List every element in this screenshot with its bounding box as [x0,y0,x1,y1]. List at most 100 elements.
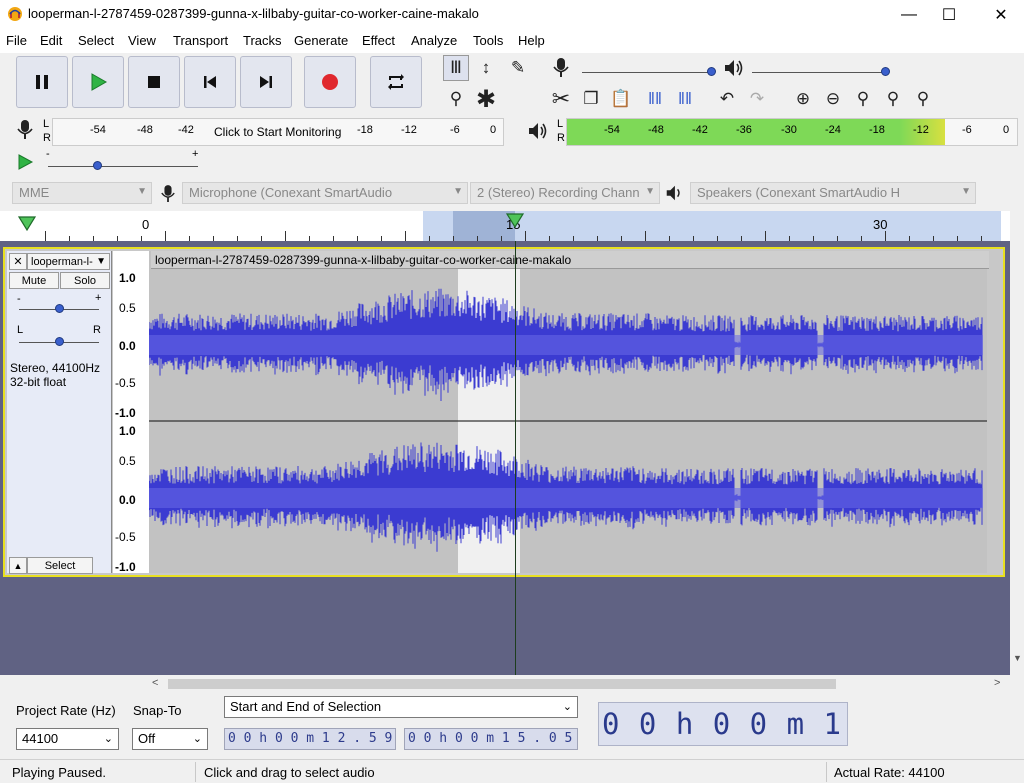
gain-minus-label: - [17,293,21,305]
play-speed-slider[interactable] [48,166,198,167]
zoom-toggle-button[interactable]: ⚲ [910,86,936,112]
track-select-button[interactable]: Select [27,557,93,574]
copy-button[interactable]: ❐ [578,86,604,112]
clipboard-icon: 📋 [610,89,632,108]
snap-to-select[interactable]: Off ⌄ [132,728,208,750]
mute-button[interactable]: Mute [9,272,59,289]
amplitude-ruler: 1.0 0.5 0.0 -0.5 -1.0 1.0 0.5 0.0 -0.5 -… [113,251,149,574]
amplitude-label: -0.5 [115,376,136,390]
collapse-track-button[interactable]: ▲ [9,557,27,574]
pause-button[interactable] [16,56,68,108]
playback-device-select[interactable]: Speakers (Conexant SmartAudio H ▼ [690,182,976,204]
menu-analyze[interactable]: Analyze [411,33,457,48]
menu-edit[interactable]: Edit [40,33,62,48]
envelope-tool-button[interactable]: ↕ [473,55,499,81]
recording-device-select[interactable]: Microphone (Conexant SmartAudio ▼ [182,182,468,204]
track-name-menu[interactable]: looperman-l- ▼ [27,253,110,270]
play-button[interactable] [72,56,124,108]
menu-transport[interactable]: Transport [173,33,228,48]
timeline-ruler[interactable]: 0 15 30 [0,211,1010,241]
selection-start-time[interactable]: 0 0 h 0 0 m 1 2 . 5 9 6 s [224,728,396,750]
trim-audio-button[interactable]: ‖‖ [642,86,668,112]
project-rate-select[interactable]: 44100 ⌄ [16,728,119,750]
audio-host-select[interactable]: MME ▼ [12,182,152,204]
zoom-out-button[interactable]: ⊖ [820,86,846,112]
menu-generate[interactable]: Generate [294,33,348,48]
menu-select[interactable]: Select [78,33,114,48]
fit-selection-icon: ⚲ [856,89,870,108]
record-button[interactable] [304,56,356,108]
playback-meter-tick: -36 [736,124,752,136]
maximize-button[interactable]: ☐ [926,0,972,29]
horizontal-scrollbar[interactable]: < > [0,675,1024,693]
pan-slider-knob[interactable] [55,337,64,346]
recording-volume-knob[interactable] [707,67,716,76]
selection-end-time[interactable]: 0 0 h 0 0 m 1 5 . 0 5 1 s [404,728,578,750]
audio-track[interactable]: ✕ looperman-l- ▼ Mute Solo - + L R Stereo… [3,247,1005,577]
speed-slider-plus: + [192,148,199,160]
pan-left-label: L [17,324,24,336]
scroll-right-icon[interactable]: > [994,677,1000,689]
track-close-button[interactable]: ✕ [9,253,27,270]
clip-name: looperman-l-2787459-0287399-gunna-x-lilb… [155,253,572,267]
solo-button[interactable]: Solo [60,272,110,289]
zoom-in-button[interactable]: ⊕ [790,86,816,112]
fit-selection-button[interactable]: ⚲ [850,86,876,112]
gain-plus-label: + [95,292,102,304]
loop-button[interactable] [370,56,422,108]
selection-tool-button[interactable]: Ⅲ [443,55,469,81]
menu-help[interactable]: Help [518,33,545,48]
draw-tool-button[interactable]: ✎ [505,55,531,81]
menu-tools[interactable]: Tools [473,33,503,48]
play-head-marker-icon [18,216,36,232]
recording-channels-select[interactable]: 2 (Stereo) Recording Chann ▼ [470,182,660,204]
paste-button[interactable]: 📋 [608,86,634,112]
clip-title-bar[interactable]: looperman-l-2787459-0287399-gunna-x-lilb… [151,251,989,269]
multi-tool-button[interactable]: ✱ [473,86,499,113]
ruler-tick [885,231,886,241]
vertical-scrollbar[interactable]: ▼ [1010,241,1024,675]
recording-volume-slider[interactable] [582,72,712,73]
track-area[interactable]: ✕ looperman-l- ▼ Mute Solo - + L R Stereo… [0,241,1010,675]
ruler-label: 0 [142,217,150,232]
chevron-down-icon: ▼ [453,186,463,197]
skip-to-start-button[interactable] [184,56,236,108]
ruler-tick [645,231,646,241]
record-meter-tick: -6 [450,124,460,136]
horizontal-scroll-thumb[interactable] [168,679,836,689]
close-window-button[interactable]: ✕ [978,0,1024,29]
solo-label: Solo [73,274,97,287]
gain-slider-knob[interactable] [55,304,64,313]
undo-button[interactable]: ↶ [714,86,740,112]
skip-to-end-button[interactable] [240,56,292,108]
audio-position-time[interactable]: 0 0 h 0 0 m 1 5 s [598,702,848,746]
playback-meter-tick: 0 [1003,124,1010,136]
cut-button[interactable]: ✂ [548,86,574,112]
speaker-icon [725,60,743,76]
stop-button[interactable] [128,56,180,108]
silence-audio-button[interactable]: ‖‖ [672,86,698,112]
scroll-left-icon[interactable]: < [152,677,158,689]
play-speed-knob[interactable] [93,161,102,170]
playback-volume-knob[interactable] [881,67,890,76]
redo-button[interactable]: ↷ [744,86,770,112]
track-format-line1: Stereo, 44100Hz [10,361,101,375]
recording-device-value: Microphone (Conexant SmartAudio [189,185,393,200]
play-at-speed-icon[interactable] [16,153,34,171]
start-monitoring-prompt[interactable]: Click to Start Monitoring [214,125,341,139]
fit-project-button[interactable]: ⚲ [880,86,906,112]
menu-tracks[interactable]: Tracks [243,33,282,48]
close-icon: ✕ [13,256,23,268]
selection-mode-select[interactable]: Start and End of Selection ⌄ [224,696,578,718]
menu-file[interactable]: File [6,33,27,48]
playback-volume-slider[interactable] [752,72,886,73]
waveform-display[interactable]: looperman-l-2787459-0287399-gunna-x-lilb… [149,251,989,573]
menu-view[interactable]: View [128,33,156,48]
loop-icon [388,74,404,90]
scissors-icon: ✂ [551,86,571,111]
scroll-down-icon[interactable]: ▼ [1013,653,1022,663]
zoom-tool-button[interactable]: ⚲ [443,86,469,112]
menu-effect[interactable]: Effect [362,33,395,48]
playback-meter-tick: -30 [781,124,797,136]
skip-to-end-icon [260,76,272,88]
